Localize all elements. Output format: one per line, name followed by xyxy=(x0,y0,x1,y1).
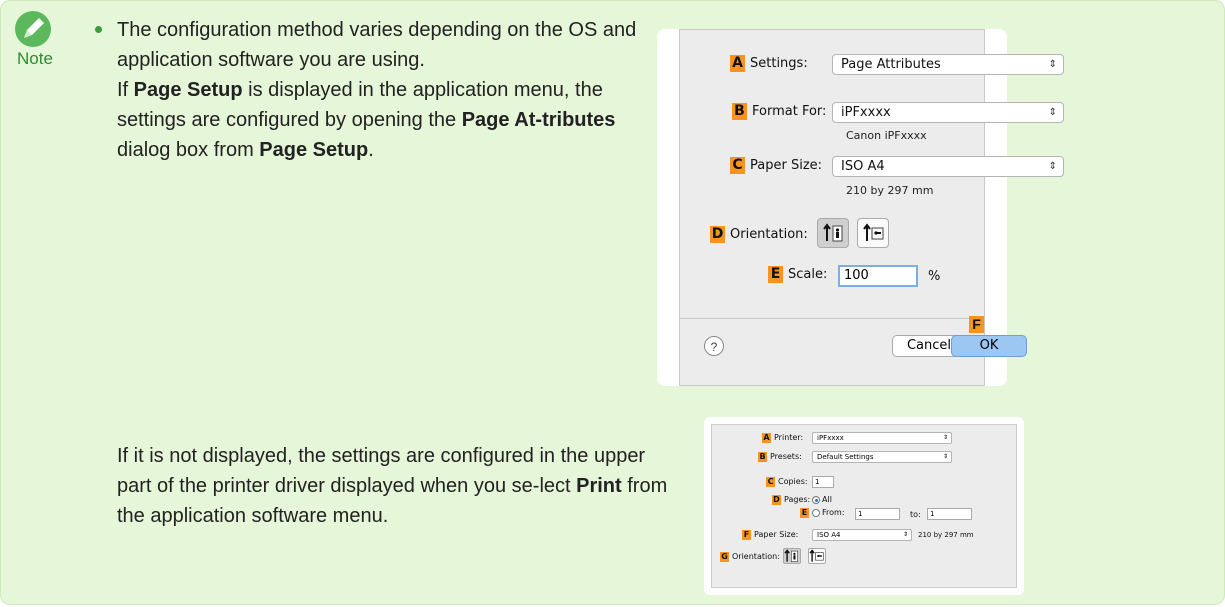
pages-label: D Pages: xyxy=(772,495,810,505)
tag-a: A xyxy=(762,433,771,443)
label-text: Orientation: xyxy=(730,227,808,242)
presets-label: B Presets: xyxy=(758,452,802,462)
landscape-button[interactable] xyxy=(808,548,826,564)
popup-value: Page Attributes xyxy=(841,57,941,72)
presets-popup[interactable]: Default Settings ⇕ xyxy=(812,451,952,463)
tag-g: G xyxy=(720,552,729,562)
tag-c: C xyxy=(766,477,775,487)
label-text: Printer: xyxy=(774,433,804,442)
updown-icon: ⇕ xyxy=(1048,161,1057,172)
orientation-label: D Orientation: xyxy=(710,226,808,243)
from-input[interactable]: 1 xyxy=(855,508,900,520)
paper-size-sub: 210 by 297 mm xyxy=(918,531,974,539)
tag-b: B xyxy=(758,452,767,462)
settings-label: A Settings: xyxy=(730,55,808,72)
note-label: Note xyxy=(17,49,53,68)
updown-icon: ⇕ xyxy=(902,531,908,538)
orientation-label: G Orientation: xyxy=(720,552,780,562)
note-box: Note The configuration method varies dep… xyxy=(0,0,1225,605)
landscape-icon xyxy=(809,549,824,562)
bullet-dot xyxy=(95,17,105,33)
updown-icon: ⇕ xyxy=(1048,59,1057,70)
tag-f: F xyxy=(969,316,989,334)
to-input[interactable]: 1 xyxy=(927,508,972,520)
tag-c: C xyxy=(730,157,745,174)
paper-size-popup[interactable]: ISO A4 ⇕ xyxy=(812,529,912,541)
label-text: Settings: xyxy=(750,56,808,71)
label-text: Paper Size: xyxy=(750,158,823,173)
portrait-icon xyxy=(823,223,843,242)
format-for-label: B Format For: xyxy=(732,103,826,120)
scale-unit: % xyxy=(928,269,941,284)
text-run: . xyxy=(368,139,374,161)
label-text: Copies: xyxy=(778,477,808,486)
radio-off xyxy=(812,508,820,517)
text-run: If it is not displayed, the settings are… xyxy=(117,445,646,497)
scale-input[interactable]: 100 xyxy=(838,265,918,287)
paper-size-sub: 210 by 297 mm xyxy=(846,184,934,197)
bold-page-setup-2: Page Setup xyxy=(259,139,369,161)
label-text: Paper Size: xyxy=(754,530,799,539)
updown-icon: ⇕ xyxy=(1048,107,1057,118)
bold-page-attributes: Page At-tributes xyxy=(461,109,616,131)
tag-d: D xyxy=(772,495,781,505)
text-run: If xyxy=(117,79,134,101)
label-text: Format For: xyxy=(752,104,827,119)
landscape-button[interactable] xyxy=(857,218,889,248)
landscape-icon xyxy=(863,223,884,241)
tag-text: F xyxy=(969,316,984,333)
help-button[interactable]: ? xyxy=(704,336,724,356)
note-paragraph-1: The configuration method varies dependin… xyxy=(117,15,657,165)
popup-value: Default Settings xyxy=(817,453,874,461)
tag-a: A xyxy=(730,55,745,72)
label-text: Scale: xyxy=(788,267,828,282)
bold-page-setup: Page Setup xyxy=(133,79,243,101)
copies-input[interactable]: 1 xyxy=(812,476,834,488)
tag-f: F xyxy=(742,530,751,540)
to-label: to: xyxy=(910,510,921,519)
tag-e: E xyxy=(800,508,809,518)
bullet-text: The configuration method varies dependin… xyxy=(117,19,637,71)
copies-label: C Copies: xyxy=(766,477,808,487)
separator xyxy=(680,318,984,319)
portrait-button[interactable] xyxy=(817,218,849,248)
page-attributes-dialog: A Settings: Page Attributes ⇕ B Format For:… xyxy=(657,29,1064,386)
updown-icon: ⇕ xyxy=(942,434,948,441)
settings-popup[interactable]: Page Attributes ⇕ xyxy=(832,54,1064,75)
popup-value: ISO A4 xyxy=(841,159,885,174)
popup-value: iPFxxxx xyxy=(841,105,891,120)
label-text: All xyxy=(822,495,832,504)
ok-button[interactable]: OK xyxy=(951,335,1027,357)
paper-size-label: F Paper Size: xyxy=(742,530,798,540)
radio-on xyxy=(812,495,820,504)
bold-print: Print xyxy=(576,475,622,497)
printer-popup[interactable]: iPFxxxx ⇕ xyxy=(812,432,952,444)
scale-label: E Scale: xyxy=(768,266,827,283)
portrait-icon xyxy=(784,549,798,562)
paper-size-label: C Paper Size: xyxy=(730,157,822,174)
note-paragraph-2: If it is not displayed, the settings are… xyxy=(117,441,677,531)
portrait-button[interactable] xyxy=(783,548,801,564)
pages-all-radio[interactable]: All xyxy=(812,495,832,504)
tag-e: E xyxy=(768,266,783,283)
pages-from-radio[interactable]: E From: xyxy=(800,508,845,518)
label-text: Presets: xyxy=(770,452,802,461)
printer-label: A Printer: xyxy=(762,433,803,443)
tag-d: D xyxy=(710,226,725,243)
label-text: Pages: xyxy=(784,495,811,504)
popup-value: iPFxxxx xyxy=(817,434,844,442)
format-for-popup[interactable]: iPFxxxx ⇕ xyxy=(832,102,1064,123)
label-text: From: xyxy=(822,508,845,517)
paper-size-popup[interactable]: ISO A4 ⇕ xyxy=(832,156,1064,177)
format-for-sub: Canon iPFxxxx xyxy=(846,129,927,142)
label-text: Orientation: xyxy=(732,552,780,561)
popup-value: ISO A4 xyxy=(817,531,841,539)
print-dialog: A Printer: iPFxxxx ⇕ B Presets: Default Set… xyxy=(704,417,1024,595)
tag-b: B xyxy=(732,103,747,120)
text-run: dialog box from xyxy=(117,139,260,161)
updown-icon: ⇕ xyxy=(942,453,948,460)
